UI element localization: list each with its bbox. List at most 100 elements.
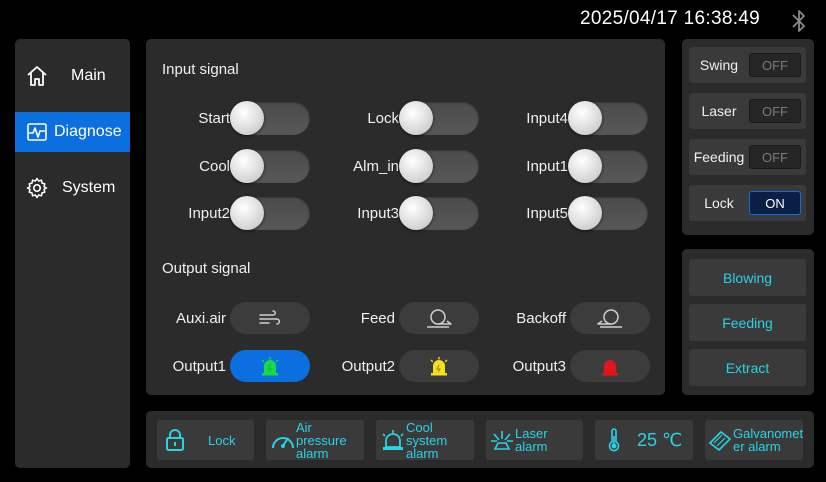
mode-label: Lock [704, 195, 734, 211]
galvanometer-alarm: Galvanomet er alarm [705, 420, 803, 460]
toggle-knob [230, 101, 264, 135]
nav-label-diagnose: Diagnose [54, 123, 122, 140]
input-label: Alm_in [353, 157, 399, 175]
gauge-icon [270, 427, 296, 453]
input-input3: Input3 [346, 196, 479, 230]
beacon-icon [430, 357, 448, 376]
air-pressure-alarm-label: Air pressure alarm [296, 421, 364, 460]
nav-item-diagnose[interactable]: Diagnose [15, 112, 130, 152]
toggle-start[interactable] [230, 101, 310, 135]
temperature-value: 25 ℃ [637, 430, 683, 450]
input-label: Input4 [526, 109, 568, 127]
toggle-input1[interactable] [568, 149, 648, 183]
output-signal-title: Output signal [162, 260, 251, 277]
toggle-knob [399, 101, 433, 135]
output-output2-button[interactable] [399, 350, 479, 382]
blowing-button[interactable]: Blowing [689, 259, 806, 296]
toggle-input2[interactable] [230, 196, 310, 230]
wire-feed-icon [427, 309, 452, 328]
toggle-knob [568, 149, 602, 183]
output-label: Feed [360, 309, 395, 327]
pulse-icon [24, 119, 50, 145]
cool-system-line1: Cool system [406, 419, 448, 448]
laser-alarm-label: Laser alarm [515, 426, 548, 454]
output-label: Output3 [512, 357, 566, 375]
output-output3-button[interactable] [570, 350, 650, 382]
toggle-alm-in[interactable] [399, 149, 479, 183]
input-input5: Input5 [514, 196, 648, 230]
bluetooth-icon [792, 10, 805, 32]
air-pressure-line1: Air pressure [296, 419, 347, 448]
input-input1: Input1 [514, 149, 648, 183]
input-label: Input3 [357, 204, 399, 222]
cool-system-alarm-label: Cool system alarm [406, 421, 474, 460]
output-label: Auxi.air [175, 309, 226, 327]
input-label: Input5 [526, 204, 568, 222]
output-backoff: Backoff [506, 301, 650, 335]
input-label: Cool [199, 157, 230, 175]
output-label: Backoff [516, 309, 566, 327]
mode-label: Feeding [693, 149, 745, 165]
input-input2: Input2 [178, 196, 310, 230]
nav-item-main[interactable]: Main [15, 56, 130, 96]
sidebar-nav: Main Diagnose System [15, 39, 130, 468]
nav-item-system[interactable]: System [15, 168, 130, 208]
mode-laser: Laser OFF [689, 93, 806, 129]
beacon-icon [602, 360, 618, 376]
mode-label: Swing [699, 57, 739, 73]
lock-alarm: Lock [157, 420, 254, 460]
toggle-input3[interactable] [399, 196, 479, 230]
io-signal-panel: Input signal Start Lock Input4 Cool Alm_… [146, 39, 665, 395]
output-label: Output2 [341, 357, 395, 375]
toggle-knob [568, 196, 602, 230]
cooling-icon [380, 427, 406, 453]
input-cool: Cool [178, 149, 310, 183]
mode-lock-switch[interactable]: ON [749, 191, 801, 215]
input-signal-title: Input signal [162, 61, 239, 78]
toggle-cool[interactable] [230, 149, 310, 183]
output-output2: Output2 [338, 349, 479, 383]
toggle-knob [399, 196, 433, 230]
mode-lock: Lock ON [689, 185, 806, 221]
output-auxi-air: Auxi.air [170, 301, 310, 335]
air-pressure-line2: alarm [296, 445, 329, 461]
toggle-knob [568, 101, 602, 135]
input-label: Lock [367, 109, 399, 127]
mode-feeding: Feeding OFF [689, 139, 806, 175]
cool-system-line2: alarm [406, 445, 439, 461]
input-lock: Lock [346, 101, 479, 135]
toggle-input5[interactable] [568, 196, 648, 230]
output-output1: Output1 [170, 349, 310, 383]
toggle-lock[interactable] [399, 101, 479, 135]
thermometer-icon [601, 427, 627, 453]
output-output3: Output3 [506, 349, 650, 383]
gear-icon [24, 175, 50, 201]
input-label: Input1 [526, 157, 568, 175]
mode-laser-switch[interactable]: OFF [749, 99, 801, 123]
toggle-input4[interactable] [568, 101, 648, 135]
galvanometer-alarm-label: Galvanomet er alarm [733, 427, 803, 453]
output-feed-button[interactable] [399, 302, 479, 334]
mode-swing: Swing OFF [689, 47, 806, 83]
output-output1-button[interactable] [230, 350, 310, 382]
output-auxi-air-button[interactable] [230, 302, 310, 334]
output-label: Output1 [172, 357, 226, 375]
beacon-icon [261, 357, 279, 376]
wind-icon [259, 310, 280, 325]
nav-label-main: Main [71, 67, 106, 84]
laser-alarm: Laser alarm [486, 420, 583, 460]
toggle-knob [230, 196, 264, 230]
feeding-button[interactable]: Feeding [689, 304, 806, 341]
input-input4: Input4 [514, 101, 648, 135]
input-start: Start [178, 101, 310, 135]
output-backoff-button[interactable] [570, 302, 650, 334]
extract-button[interactable]: Extract [689, 349, 806, 386]
datetime: 2025/04/17 16:38:49 [580, 8, 761, 29]
mode-swing-switch[interactable]: OFF [749, 53, 801, 77]
nav-label-system: System [62, 179, 116, 196]
galvanometer-line2: er alarm [733, 439, 781, 454]
toggle-knob [230, 149, 264, 183]
input-label: Start [198, 109, 230, 127]
cool-system-alarm: Cool system alarm [376, 420, 474, 460]
mode-feeding-switch[interactable]: OFF [749, 145, 801, 169]
